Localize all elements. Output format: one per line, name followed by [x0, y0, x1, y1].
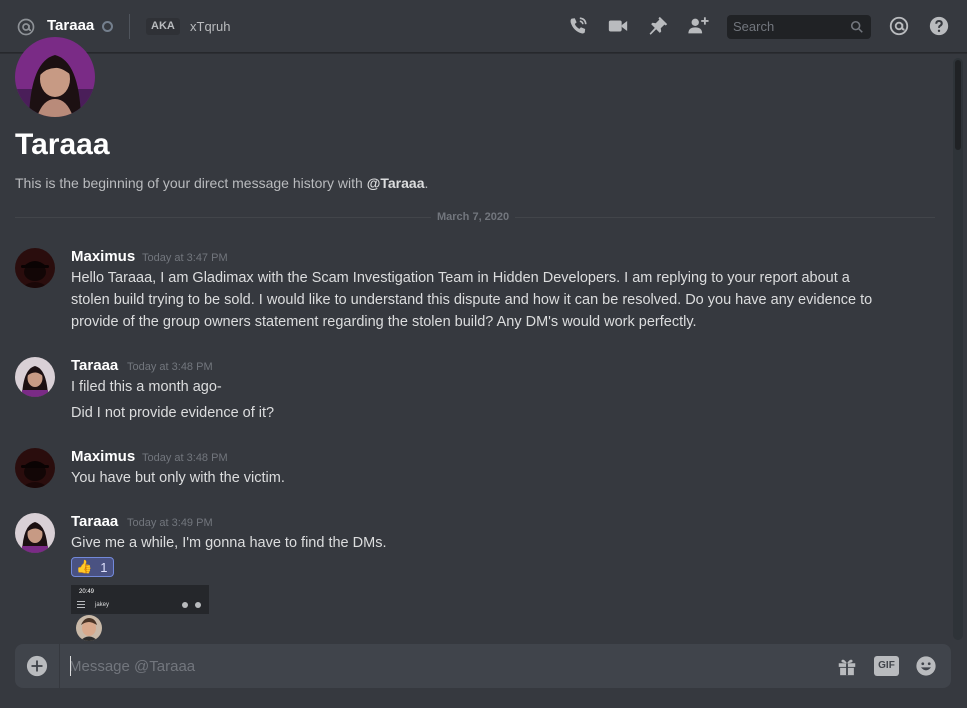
avatar[interactable]	[15, 448, 55, 488]
mentions-icon[interactable]	[888, 15, 910, 37]
add-friend-icon[interactable]	[687, 15, 709, 37]
image-attachment[interactable]: 20:49 jakey	[71, 585, 209, 641]
gif-label: GIF	[878, 660, 895, 671]
composer-divider	[59, 644, 60, 688]
message-line: provide of the group owners statement re…	[71, 314, 697, 330]
message-line: stolen build trying to be sold. I would …	[71, 292, 873, 308]
message-composer: GIF	[15, 644, 951, 688]
scrollbar-thumb[interactable]	[955, 60, 961, 150]
message-content: You have but only with the victim.	[71, 467, 931, 489]
message-timestamp: Today at 3:49 PM	[127, 517, 213, 529]
message-content: Did I not provide evidence of it?	[71, 402, 931, 424]
add-attachment-icon[interactable]	[26, 655, 48, 677]
gift-icon[interactable]	[835, 655, 859, 677]
thumbs-up-icon: 👍	[76, 559, 93, 574]
message-author[interactable]: Maximus	[71, 448, 135, 465]
date-divider-label: March 7, 2020	[431, 211, 516, 223]
message-line: I filed this a month ago-	[71, 379, 222, 395]
search-placeholder: Search	[733, 19, 775, 34]
message-timestamp: Today at 3:47 PM	[142, 252, 228, 264]
message-line: Hello Taraaa, I am Gladimax with the Sca…	[71, 270, 850, 286]
pin-icon[interactable]	[647, 15, 669, 37]
message-content: Hello Taraaa, I am Gladimax with the Sca…	[71, 267, 931, 333]
header-divider	[129, 14, 130, 39]
offline-status-icon	[102, 21, 113, 32]
text-caret	[70, 656, 71, 676]
message-author[interactable]: Maximus	[71, 248, 135, 265]
menu-icon	[77, 601, 85, 608]
voice-call-icon[interactable]	[567, 15, 589, 37]
attachment-user: jakey	[95, 602, 110, 608]
search-box[interactable]: Search	[727, 15, 871, 39]
help-icon[interactable]	[928, 15, 950, 37]
header-user-name[interactable]: Taraaa	[47, 17, 94, 34]
message-line: Did I not provide evidence of it?	[71, 405, 275, 421]
search-icon	[850, 20, 863, 33]
welcome-subtitle-end: .	[424, 175, 429, 191]
channel-header: Taraaa AKA xTqruh Search	[0, 0, 967, 53]
welcome-subtitle-text: This is the beginning of your direct mes…	[15, 175, 367, 191]
aka-badge[interactable]: AKA	[146, 18, 180, 35]
message-content: I filed this a month ago-	[71, 376, 931, 398]
message-input[interactable]	[69, 655, 769, 677]
avatar[interactable]	[15, 513, 55, 553]
gif-button[interactable]: GIF	[874, 656, 899, 676]
avatar[interactable]	[15, 357, 55, 397]
welcome-subtitle: This is the beginning of your direct mes…	[15, 175, 428, 191]
reaction-thumbs-up[interactable]: 👍 1	[71, 557, 114, 577]
attachment-avatar	[76, 615, 102, 641]
message-timestamp: Today at 3:48 PM	[127, 361, 213, 373]
message-line: Give me a while, I'm gonna have to find …	[71, 535, 387, 551]
welcome-title: Taraaa	[15, 128, 110, 161]
at-sign-icon	[17, 18, 35, 36]
welcome-avatar	[15, 37, 95, 117]
reaction-count: 1	[100, 559, 108, 575]
header-alias[interactable]: xTqruh	[190, 19, 230, 34]
call-icons	[182, 602, 201, 608]
message-author[interactable]: Taraaa	[71, 513, 118, 530]
attachment-screenshot: 20:49 jakey	[71, 585, 209, 614]
emoji-icon[interactable]	[914, 655, 938, 677]
message-timestamp: Today at 3:48 PM	[142, 452, 228, 464]
attachment-time: 20:49	[79, 589, 95, 595]
message-line: You have but only with the victim.	[71, 470, 285, 486]
message-author[interactable]: Taraaa	[71, 357, 118, 374]
message-content: Give me a while, I'm gonna have to find …	[71, 532, 931, 554]
welcome-mention[interactable]: @Taraaa	[367, 175, 425, 191]
video-call-icon[interactable]	[607, 15, 629, 37]
avatar[interactable]	[15, 248, 55, 288]
